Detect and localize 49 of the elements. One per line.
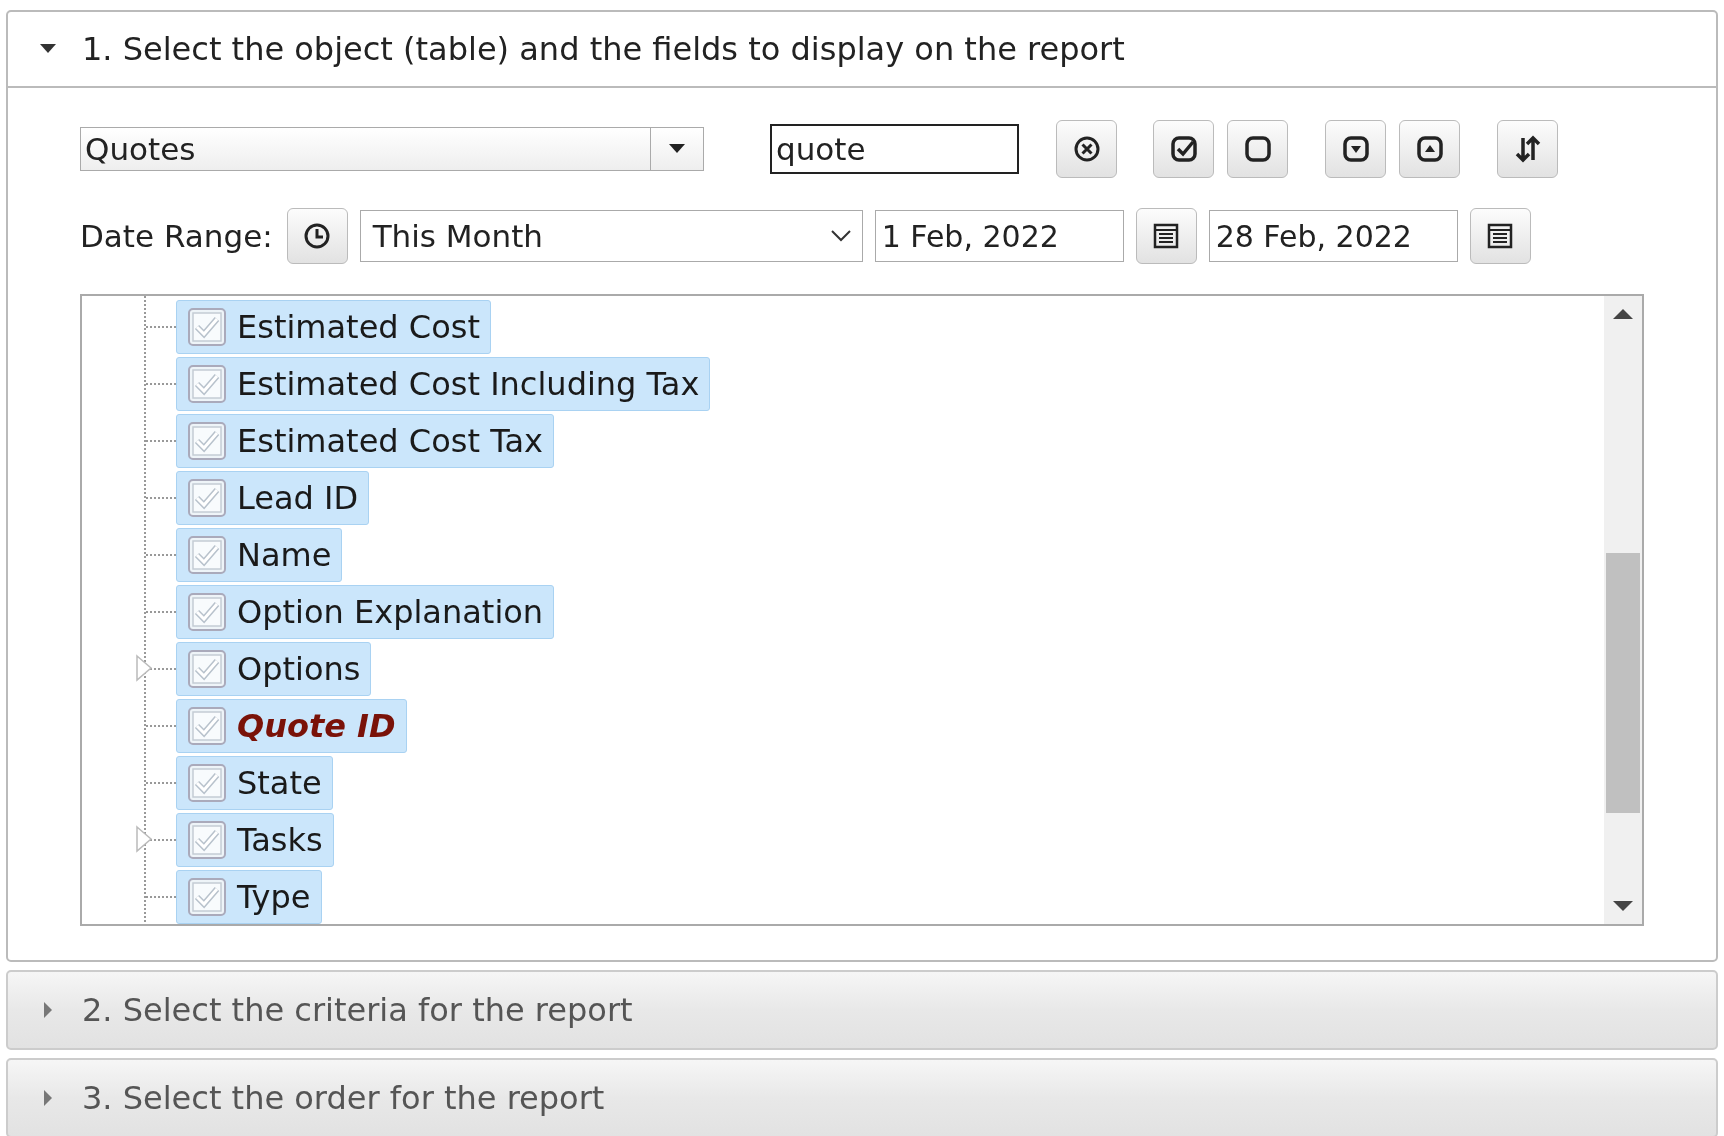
- panel-title: 3. Select the order for the report: [82, 1079, 605, 1117]
- panel-header[interactable]: 2. Select the criteria for the report: [8, 972, 1716, 1048]
- search-field[interactable]: quote: [770, 124, 1019, 174]
- field-item[interactable]: Estimated Cost Tax: [176, 413, 554, 468]
- field-item[interactable]: Quote ID: [176, 698, 407, 753]
- field-item[interactable]: Option Explanation: [176, 584, 555, 639]
- date-range-label: Date Range:: [80, 218, 273, 254]
- check-all-button[interactable]: [1153, 120, 1214, 178]
- field-item[interactable]: Tasks: [176, 812, 334, 867]
- panel-header[interactable]: 3. Select the order for the report: [8, 1060, 1716, 1136]
- calendar-icon: [1152, 222, 1181, 250]
- expand-caret-icon[interactable]: [134, 654, 154, 682]
- field-item[interactable]: State: [176, 755, 333, 810]
- expand-caret-icon[interactable]: [134, 825, 154, 853]
- panel-header[interactable]: 1. Select the object (table) and the fields to display on the report: [8, 12, 1716, 88]
- clock-icon: [303, 222, 332, 250]
- field-item[interactable]: Estimated Cost: [176, 299, 491, 354]
- object-dropdown[interactable]: Quotes: [80, 127, 704, 171]
- checkbox-checked-icon: [1169, 135, 1198, 163]
- collapse-all-icon: [1415, 135, 1444, 163]
- expand-all-icon: [1341, 135, 1370, 163]
- dropdown-caret-icon: [669, 144, 685, 154]
- field-item[interactable]: Name: [176, 527, 343, 582]
- calendar-button[interactable]: [1135, 208, 1197, 264]
- scroll-up-icon: [1613, 308, 1633, 320]
- expand-all-button[interactable]: [1325, 120, 1386, 178]
- panel-title: 1. Select the object (table) and the fields to display on the report: [82, 30, 1125, 68]
- sort-button[interactable]: [1497, 120, 1558, 178]
- date-field[interactable]: 28 Feb, 2022: [1208, 210, 1458, 262]
- scrollbar[interactable]: [1604, 296, 1642, 924]
- clear-icon: [1072, 135, 1101, 163]
- field-item[interactable]: Lead ID: [176, 470, 370, 525]
- checkbox-empty-icon: [1243, 135, 1272, 163]
- uncheck-all-button[interactable]: [1227, 120, 1288, 178]
- scrollbar-thumb[interactable]: [1606, 553, 1640, 813]
- chevron-down-icon: [829, 229, 852, 243]
- panel-title: 2. Select the criteria for the report: [82, 991, 633, 1029]
- field-item[interactable]: Estimated Cost Including Tax: [176, 356, 711, 411]
- sort-icon: [1513, 135, 1542, 163]
- collapse-all-button[interactable]: [1399, 120, 1460, 178]
- calendar-icon: [1486, 222, 1515, 250]
- field-item[interactable]: Options: [176, 641, 372, 696]
- calendar-button[interactable]: [1469, 208, 1531, 264]
- date-field[interactable]: 1 Feb, 2022: [874, 210, 1124, 262]
- clock-button[interactable]: [286, 208, 348, 264]
- date-preset-dropdown[interactable]: This Month: [359, 210, 863, 262]
- field-item[interactable]: Type: [176, 869, 322, 924]
- scroll-down-icon: [1613, 900, 1633, 912]
- clear-button[interactable]: [1056, 120, 1117, 178]
